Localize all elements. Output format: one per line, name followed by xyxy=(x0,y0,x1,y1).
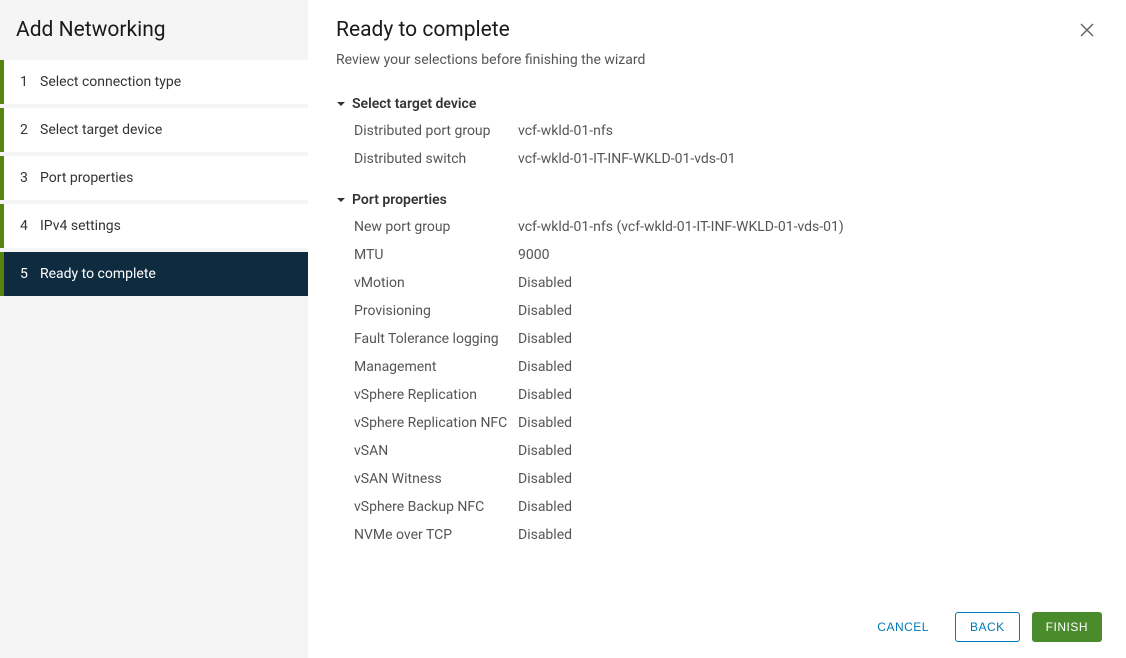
row-label: vSphere Replication NFC xyxy=(354,414,518,433)
row-label: NVMe over TCP xyxy=(354,526,518,545)
step-label: IPv4 settings xyxy=(40,218,121,234)
close-icon xyxy=(1080,23,1094,37)
row-value: Disabled xyxy=(518,526,1098,545)
section-header-target-device[interactable]: Select target device xyxy=(336,90,1098,118)
wizard-footer: CANCEL BACK FINISH xyxy=(308,596,1126,658)
row-value: vcf-wkld-01-nfs xyxy=(518,122,1098,141)
row-value: 9000 xyxy=(518,246,1098,265)
summary-row: New port group vcf-wkld-01-nfs (vcf-wkld… xyxy=(354,214,1098,242)
row-label: Distributed port group xyxy=(354,122,518,141)
row-value: vcf-wkld-01-IT-INF-WKLD-01-vds-01 xyxy=(518,150,1098,169)
row-value: Disabled xyxy=(518,442,1098,461)
summary-row: MTU 9000 xyxy=(354,242,1098,270)
row-label: vSphere Replication xyxy=(354,386,518,405)
summary-row: NVMe over TCP Disabled xyxy=(354,522,1098,550)
row-label: New port group xyxy=(354,218,518,237)
row-label: vSAN Witness xyxy=(354,470,518,489)
section-port-properties: Port properties New port group vcf-wkld-… xyxy=(336,186,1098,550)
step-number: 2 xyxy=(20,122,40,138)
row-value: Disabled xyxy=(518,358,1098,377)
section-header-port-properties[interactable]: Port properties xyxy=(336,186,1098,214)
summary-row: vSAN Disabled xyxy=(354,438,1098,466)
section-body: Distributed port group vcf-wkld-01-nfs D… xyxy=(336,118,1098,174)
finish-button[interactable]: FINISH xyxy=(1032,612,1102,642)
section-title: Select target device xyxy=(352,96,476,112)
wizard-title: Add Networking xyxy=(0,0,308,60)
summary-row: Fault Tolerance logging Disabled xyxy=(354,326,1098,354)
summary-row: vSAN Witness Disabled xyxy=(354,466,1098,494)
step-ready-to-complete[interactable]: 5 Ready to complete xyxy=(0,252,308,296)
step-label: Select target device xyxy=(40,122,162,138)
row-label: Management xyxy=(354,358,518,377)
summary-row: Management Disabled xyxy=(354,354,1098,382)
wizard-steps: 1 Select connection type 2 Select target… xyxy=(0,60,308,296)
step-number: 4 xyxy=(20,218,40,234)
summary-row: vMotion Disabled xyxy=(354,270,1098,298)
summary-row: vSphere Replication Disabled xyxy=(354,382,1098,410)
summary-row: Distributed port group vcf-wkld-01-nfs xyxy=(354,118,1098,146)
step-select-connection-type[interactable]: 1 Select connection type xyxy=(0,60,308,104)
step-port-properties[interactable]: 3 Port properties xyxy=(0,156,308,200)
row-label: Provisioning xyxy=(354,302,518,321)
section-title: Port properties xyxy=(352,192,447,208)
step-number: 3 xyxy=(20,170,40,186)
row-label: vSAN xyxy=(354,442,518,461)
wizard-content: Ready to complete Review your selections… xyxy=(308,0,1126,658)
row-label: MTU xyxy=(354,246,518,265)
step-label: Port properties xyxy=(40,170,133,186)
section-body: New port group vcf-wkld-01-nfs (vcf-wkld… xyxy=(336,214,1098,550)
content-header: Ready to complete Review your selections… xyxy=(308,0,1126,80)
chevron-down-icon xyxy=(336,99,346,109)
chevron-down-icon xyxy=(336,195,346,205)
summary-row: Distributed switch vcf-wkld-01-IT-INF-WK… xyxy=(354,146,1098,174)
row-value: Disabled xyxy=(518,498,1098,517)
close-button[interactable] xyxy=(1076,18,1098,45)
row-label: vSphere Backup NFC xyxy=(354,498,518,517)
row-label: Fault Tolerance logging xyxy=(354,330,518,349)
row-value: Disabled xyxy=(518,470,1098,489)
summary-row: Provisioning Disabled xyxy=(354,298,1098,326)
step-label: Ready to complete xyxy=(40,266,156,282)
row-value: Disabled xyxy=(518,330,1098,349)
wizard-sidebar: Add Networking 1 Select connection type … xyxy=(0,0,308,658)
row-value: Disabled xyxy=(518,302,1098,321)
step-label: Select connection type xyxy=(40,74,181,90)
step-number: 1 xyxy=(20,74,40,90)
content-body: Select target device Distributed port gr… xyxy=(308,80,1126,596)
summary-row: vSphere Backup NFC Disabled xyxy=(354,494,1098,522)
step-number: 5 xyxy=(20,266,40,282)
cancel-button[interactable]: CANCEL xyxy=(863,612,943,642)
row-label: vMotion xyxy=(354,274,518,293)
row-value: Disabled xyxy=(518,274,1098,293)
summary-row: vSphere Replication NFC Disabled xyxy=(354,410,1098,438)
row-value: vcf-wkld-01-nfs (vcf-wkld-01-IT-INF-WKLD… xyxy=(518,218,1098,237)
back-button[interactable]: BACK xyxy=(955,612,1020,642)
row-value: Disabled xyxy=(518,414,1098,433)
row-value: Disabled xyxy=(518,386,1098,405)
header-text: Ready to complete Review your selections… xyxy=(336,18,1076,68)
section-target-device: Select target device Distributed port gr… xyxy=(336,90,1098,174)
step-select-target-device[interactable]: 2 Select target device xyxy=(0,108,308,152)
row-label: Distributed switch xyxy=(354,150,518,169)
page-subtitle: Review your selections before finishing … xyxy=(336,52,1076,68)
page-title: Ready to complete xyxy=(336,18,1076,42)
step-ipv4-settings[interactable]: 4 IPv4 settings xyxy=(0,204,308,248)
